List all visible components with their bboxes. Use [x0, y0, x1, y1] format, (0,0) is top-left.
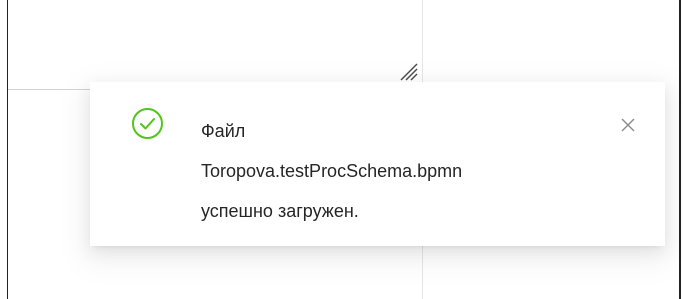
app-viewport: Файл Toropova.testProcSchema.bpmn успешн… — [0, 0, 683, 299]
notification-filename: Toropova.testProcSchema.bpmn — [201, 161, 463, 181]
notification-message-line: успешно загружен. — [201, 201, 359, 221]
resize-grip-icon[interactable] — [395, 58, 419, 82]
notification-message-line: Файл — [201, 121, 246, 141]
upload-success-notification: Файл Toropova.testProcSchema.bpmn успешн… — [90, 82, 665, 246]
close-icon[interactable] — [618, 115, 638, 135]
notification-message: Файл Toropova.testProcSchema.bpmn успешн… — [201, 111, 601, 231]
check-circle-icon — [132, 108, 163, 139]
window-border-right — [679, 0, 681, 299]
window-border-left — [7, 0, 8, 299]
